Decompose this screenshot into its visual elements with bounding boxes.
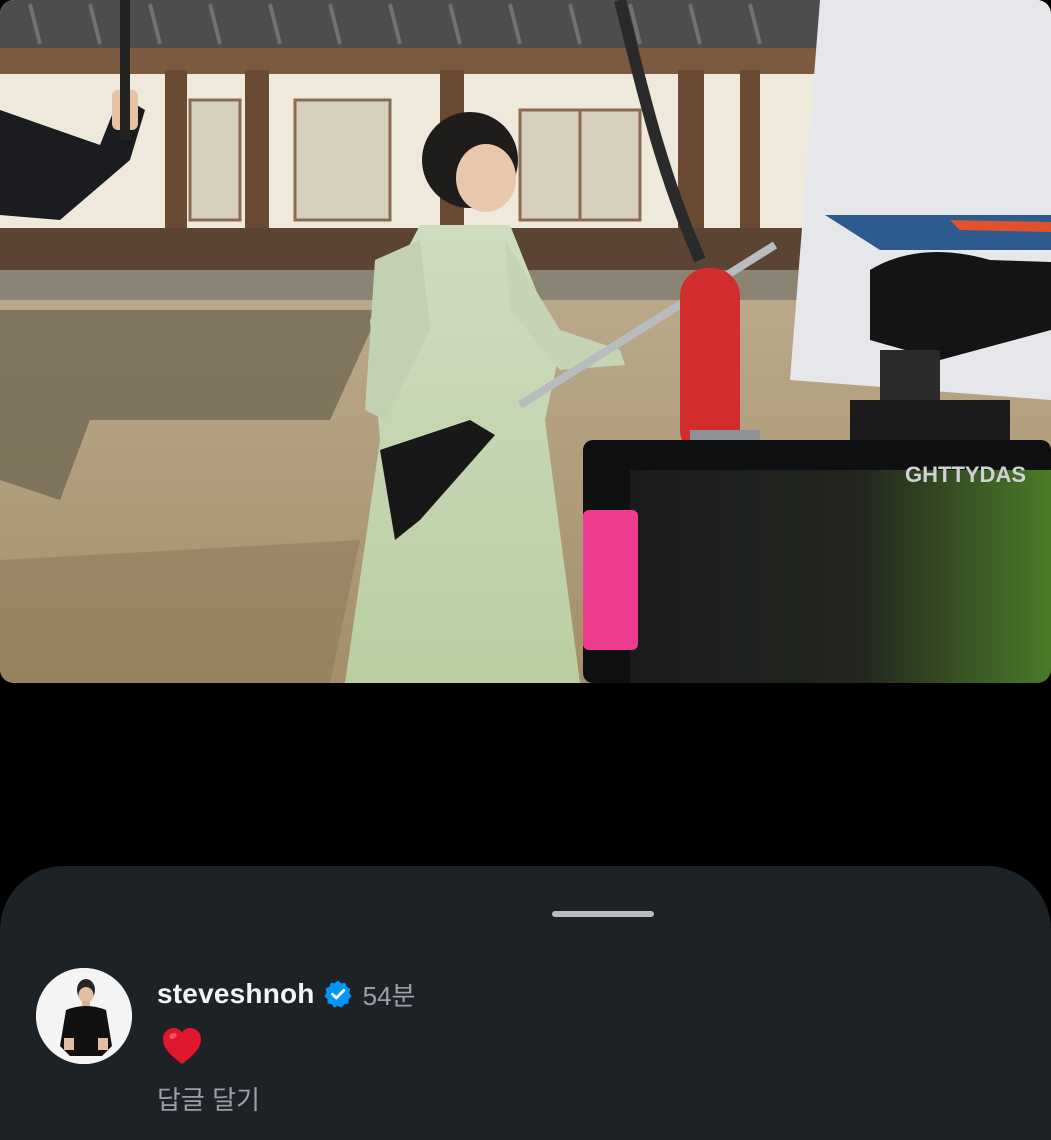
avatar-image [36, 968, 132, 1064]
comment-timestamp: 54분 [362, 980, 416, 1011]
reply-button[interactable]: 답글 달기 [157, 1080, 260, 1117]
verified-badge-icon [323, 979, 353, 1009]
heart-emoji-icon: ❤️ [160, 1024, 204, 1068]
comment-username[interactable]: steveshnoh [157, 978, 315, 1010]
media-frame[interactable]: GHTTYDAS [0, 0, 1051, 683]
comments-sheet[interactable]: steveshnoh 54분 ❤️ 답글 달기 [0, 866, 1051, 1140]
comment-header: steveshnoh 54분 [157, 974, 415, 1014]
sheet-drag-handle[interactable] [552, 911, 654, 917]
monitor-brand: GHTTYDAS [905, 462, 1026, 487]
avatar[interactable] [36, 968, 132, 1064]
video-still: GHTTYDAS [0, 0, 1051, 683]
